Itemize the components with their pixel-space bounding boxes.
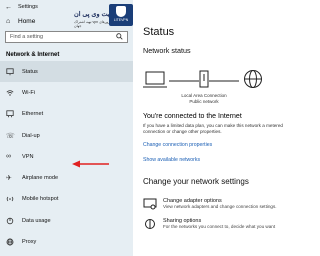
globe-icon: [6, 238, 20, 246]
sidebar: ← Settings ⌂ Home Find a setting Network…: [0, 0, 133, 256]
main-content: Status Network status Local Area Connect…: [133, 0, 300, 256]
connection-type: Public network: [189, 99, 219, 104]
globe-icon: [244, 70, 262, 88]
change-settings-heading: Change your network settings: [143, 176, 249, 186]
sidebar-item-dialup[interactable]: ☏ Dial-up: [0, 125, 133, 146]
sidebar-item-label: Proxy: [22, 239, 37, 246]
sidebar-item-label: Ethernet: [22, 111, 44, 118]
window-title: Settings: [18, 4, 38, 10]
network-diagram: Local Area Connection Public network: [143, 61, 300, 113]
sidebar-item-wifi[interactable]: Wi-Fi: [0, 82, 133, 103]
sidebar-item-ethernet[interactable]: Ethernet: [0, 104, 133, 125]
connected-message: You're connected to the Internet: [143, 113, 242, 120]
status-icon: [6, 68, 20, 76]
connection-name: Local Area Connection: [181, 93, 227, 98]
sharing-icon: [145, 219, 155, 230]
adapter-icon: [143, 198, 157, 210]
hotspot-icon: [6, 195, 20, 203]
vpn-icon: ∞: [6, 153, 11, 161]
sidebar-item-label: Dial-up: [22, 132, 40, 139]
wifi-icon: [6, 89, 20, 97]
home-label: Home: [18, 17, 36, 25]
logo-badge: LITEVPN: [109, 4, 133, 26]
change-adapter-description: View network adapters and change connect…: [163, 203, 277, 209]
sidebar-item-status[interactable]: Status: [0, 61, 133, 83]
sidebar-item-label: VPN: [22, 153, 34, 160]
show-available-networks-link[interactable]: Show available networks: [143, 157, 300, 163]
back-arrow-icon[interactable]: ←: [5, 4, 12, 11]
shield-icon: [116, 6, 126, 17]
logo-badge-text: LITEVPN: [113, 18, 129, 22]
sidebar-item-label: Data usage: [22, 217, 51, 224]
sidebar-item-label: Wi-Fi: [22, 89, 36, 96]
logo-title: لایت وی پی ان: [74, 11, 114, 18]
page-title: Status: [143, 26, 175, 38]
sidebar-item-vpn[interactable]: ∞ VPN: [0, 146, 133, 167]
change-adapter-options[interactable]: Change adapter options View network adap…: [143, 198, 300, 210]
watermark-logo: لایت وی پی ان تهیه اشتراک vpn با تمامی س…: [74, 4, 134, 34]
router-icon: [199, 70, 209, 88]
sidebar-item-hotspot[interactable]: Mobile hotspot: [0, 189, 133, 210]
section-title: Network & Internet: [6, 52, 60, 58]
sidebar-item-airplane[interactable]: ✈ Airplane mode: [0, 167, 133, 188]
sidebar-item-label: Airplane mode: [22, 175, 59, 182]
dialup-icon: ☏: [6, 132, 15, 140]
annotation-arrow: [72, 160, 109, 168]
search-placeholder: Find a setting: [10, 34, 44, 40]
sidebar-item-proxy[interactable]: Proxy: [0, 231, 133, 252]
sidebar-item-label: Status: [22, 68, 38, 75]
connected-description: If you have a limited data plan, you can…: [143, 123, 283, 135]
sharing-options[interactable]: Sharing options For the networks you con…: [143, 218, 300, 230]
sharing-options-description: For the networks you connect to, decide …: [163, 224, 276, 230]
sidebar-item-label: Mobile hotspot: [22, 196, 59, 203]
change-connection-properties-link[interactable]: Change connection properties: [143, 142, 300, 148]
ethernet-icon: [6, 110, 20, 118]
network-status-heading: Network status: [143, 46, 191, 55]
sidebar-item-data-usage[interactable]: Data usage: [0, 210, 133, 231]
home-icon: ⌂: [6, 17, 11, 25]
computer-icon: [143, 71, 167, 88]
data-usage-icon: [6, 217, 20, 225]
airplane-icon: ✈: [6, 175, 12, 183]
